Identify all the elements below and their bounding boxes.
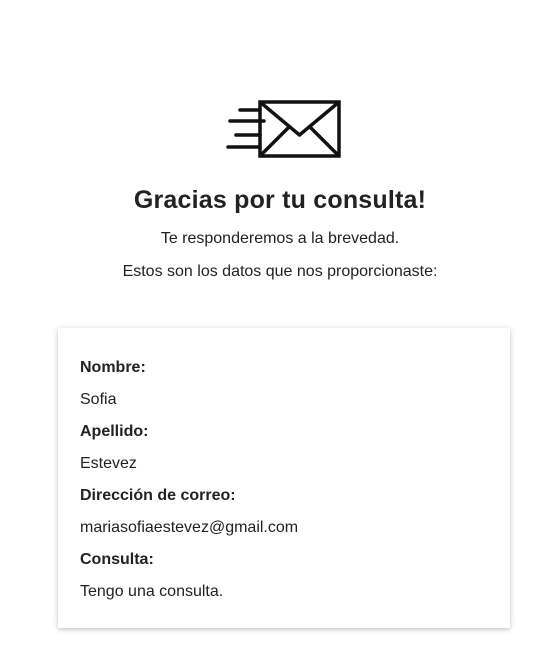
first-name-label: Nombre: <box>80 359 146 376</box>
email-value: mariasofiaestevez@gmail.com <box>80 519 299 536</box>
last-name-label: Apellido: <box>80 423 149 440</box>
query-label: Consulta: <box>80 551 154 568</box>
last-name-value: Estevez <box>80 455 137 472</box>
mail-fast-icon <box>226 99 342 159</box>
data-intro-message: Estos son los datos que nos proporcionas… <box>122 263 438 280</box>
confirmation-message: Te responderemos a la brevedad. <box>160 230 400 247</box>
first-name-value: Sofia <box>80 391 117 408</box>
submission-summary-card: Nombre: Sofia Apellido: Estevez Direcció… <box>58 328 510 628</box>
email-label: Dirección de correo: <box>80 487 236 504</box>
page-title: Gracias por tu consulta! <box>133 186 427 214</box>
query-value: Tengo una consulta. <box>80 583 224 600</box>
